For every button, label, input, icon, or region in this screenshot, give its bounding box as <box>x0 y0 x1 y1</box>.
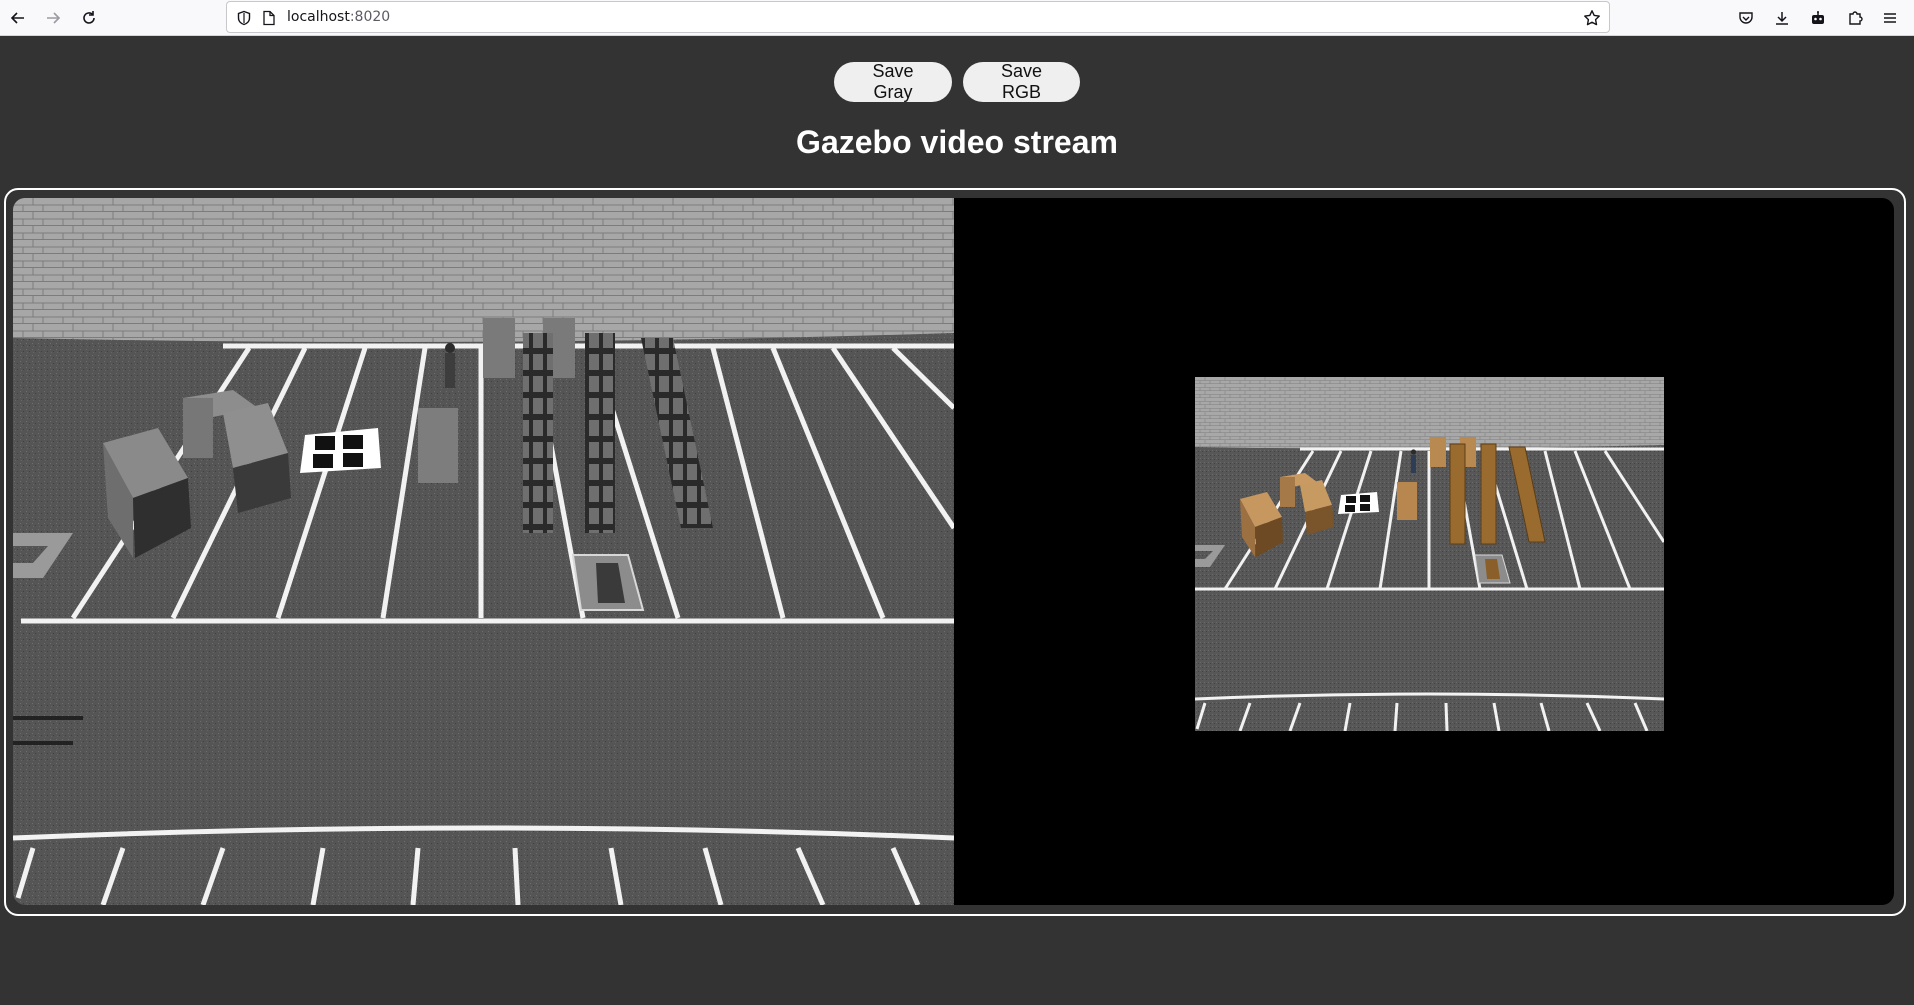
hamburger-menu-icon[interactable] <box>1878 6 1902 30</box>
url-host: localhost <box>287 9 350 25</box>
save-button-row: Save Gray Save RGB <box>0 61 1914 102</box>
download-icon[interactable] <box>1770 6 1794 30</box>
url-port: :8020 <box>349 9 391 25</box>
grayscale-camera-feed <box>13 198 954 905</box>
address-bar[interactable]: localhost:8020 <box>226 1 1610 33</box>
tracking-shield-icon[interactable] <box>235 9 253 27</box>
save-rgb-button[interactable]: Save RGB <box>963 61 1080 102</box>
puzzle-icon[interactable] <box>1843 6 1867 30</box>
video-stream-viewer <box>13 198 1894 905</box>
forward-arrow-icon[interactable] <box>41 6 65 30</box>
browser-toolbar: localhost:8020 <box>0 0 1914 36</box>
page-title: Gazebo video stream <box>796 124 1118 160</box>
back-arrow-icon[interactable] <box>6 6 30 30</box>
page-icon[interactable] <box>260 9 278 27</box>
url-text[interactable]: localhost:8020 <box>287 9 390 25</box>
robot-extension-icon[interactable] <box>1806 6 1830 30</box>
reload-icon[interactable] <box>77 6 101 30</box>
rgb-camera-feed <box>1195 377 1664 731</box>
pocket-icon[interactable] <box>1734 6 1758 30</box>
bookmark-star-icon[interactable] <box>1583 9 1601 27</box>
save-gray-button[interactable]: Save Gray <box>834 61 952 102</box>
